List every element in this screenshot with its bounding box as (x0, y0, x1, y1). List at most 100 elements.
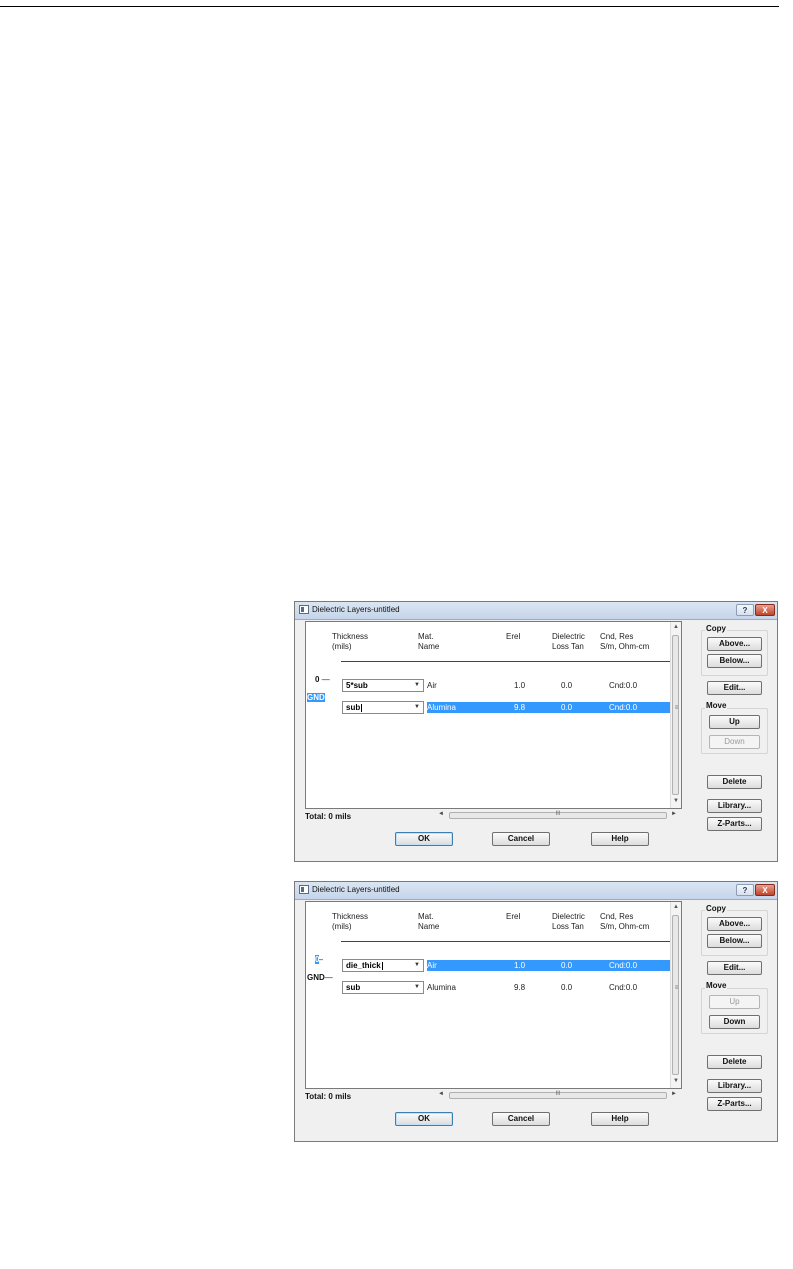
cell-loss-tan: 0.0 (561, 983, 573, 992)
horizontal-scroll-thumb[interactable]: III (449, 1091, 667, 1099)
dielectric-layers-dialog: Dielectric Layers-untitled ? X Thickness… (294, 601, 778, 862)
thickness-combo[interactable]: sub ▼ (342, 981, 424, 994)
cell-cnd-res: Cnd:0.0 (609, 703, 638, 712)
scroll-up-icon[interactable]: ▲ (671, 904, 681, 910)
cell-mat-name: Air (427, 961, 437, 970)
header-mat-line1: Mat. (418, 912, 434, 921)
header-cnd-line2: S/m, Ohm-cm (600, 642, 650, 651)
copy-above-button[interactable]: Above... (707, 917, 762, 931)
ok-button[interactable]: OK (395, 832, 453, 846)
total-thickness: Total: 0 mils (305, 812, 352, 821)
scroll-down-icon[interactable]: ▼ (671, 1078, 681, 1084)
chevron-down-icon[interactable]: ▼ (414, 982, 420, 993)
interface-label-gnd[interactable]: GND— (307, 973, 333, 982)
scroll-right-icon[interactable]: ► (671, 1091, 677, 1097)
cell-cnd-res: Cnd:0.0 (609, 681, 638, 690)
layer-grid[interactable]: Thickness (mils) Mat. Name Erel Dielectr… (305, 901, 682, 1089)
cell-cnd-res: Cnd:0.0 (609, 961, 638, 970)
title-close-button[interactable]: X (755, 884, 775, 896)
header-thickness: Thickness (mils) (332, 632, 368, 652)
page-top-rule (0, 6, 779, 7)
header-mat-name: Mat. Name (418, 632, 439, 652)
title-help-button[interactable]: ? (736, 884, 754, 896)
thickness-combo[interactable]: 5*sub ▼ (342, 679, 424, 692)
table-row[interactable]: Alumina 9.8 0.0 Cnd:0.0 (427, 702, 673, 713)
interface-label-gnd[interactable]: GND— (307, 693, 325, 702)
ok-button[interactable]: OK (395, 1112, 453, 1126)
delete-button[interactable]: Delete (707, 1055, 762, 1069)
chevron-down-icon[interactable]: ▼ (414, 960, 420, 971)
scroll-right-icon[interactable]: ► (671, 811, 677, 817)
header-cnd-res: Cnd, Res S/m, Ohm-cm (600, 632, 649, 652)
table-row[interactable]: Alumina 9.8 0.0 Cnd:0.0 (427, 982, 673, 993)
z-parts-button[interactable]: Z-Parts... (707, 817, 762, 831)
header-loss-tan: Dielectric Loss Tan (552, 912, 585, 932)
library-button[interactable]: Library... (707, 1079, 762, 1093)
copy-below-button[interactable]: Below... (707, 934, 762, 948)
header-loss-line1: Dielectric (552, 632, 585, 641)
header-mat-name: Mat. Name (418, 912, 439, 932)
edit-button[interactable]: Edit... (707, 961, 762, 975)
title-bar[interactable]: Dielectric Layers-untitled ? X (295, 602, 777, 620)
table-row[interactable]: Air 1.0 0.0 Cnd:0.0 (427, 960, 673, 971)
table-row[interactable]: Air 1.0 0.0 Cnd:0.0 (427, 680, 673, 691)
title-help-button[interactable]: ? (736, 604, 754, 616)
header-cnd-line2: S/m, Ohm-cm (600, 922, 650, 931)
header-loss-line2: Loss Tan (552, 642, 584, 651)
z-parts-button[interactable]: Z-Parts... (707, 1097, 762, 1111)
help-button[interactable]: Help (591, 1112, 649, 1126)
vertical-scroll-thumb[interactable]: ≡ (672, 635, 679, 795)
chevron-down-icon[interactable]: ▼ (414, 680, 420, 691)
interface-dash: — (321, 675, 330, 684)
layer-grid[interactable]: Thickness (mils) Mat. Name Erel Dielectr… (305, 621, 682, 809)
thickness-value: sub (346, 983, 361, 992)
scroll-left-icon[interactable]: ◄ (438, 1091, 444, 1097)
title-close-button[interactable]: X (755, 604, 775, 616)
thickness-combo[interactable]: die_thick ▼ (342, 959, 424, 972)
title-bar[interactable]: Dielectric Layers-untitled ? X (295, 882, 777, 900)
header-cnd-res: Cnd, Res S/m, Ohm-cm (600, 912, 649, 932)
cell-loss-tan: 0.0 (561, 681, 573, 690)
thickness-combo[interactable]: sub ▼ (342, 701, 424, 714)
window-icon (299, 885, 309, 894)
help-button[interactable]: Help (591, 832, 649, 846)
header-erel: Erel (506, 632, 520, 642)
interface-dash: — (324, 973, 333, 982)
vertical-scrollbar[interactable]: ▲ ≡ ▼ (670, 622, 681, 808)
cancel-button[interactable]: Cancel (492, 1112, 550, 1126)
vertical-scroll-thumb[interactable]: ≡ (672, 915, 679, 1075)
delete-button[interactable]: Delete (707, 775, 762, 789)
header-erel: Erel (506, 912, 520, 922)
cell-erel: 9.8 (514, 703, 526, 712)
cell-mat-name: Air (427, 681, 437, 690)
cancel-button[interactable]: Cancel (492, 832, 550, 846)
copy-below-button[interactable]: Below... (707, 654, 762, 668)
scroll-left-icon[interactable]: ◄ (438, 811, 444, 817)
header-loss-tan: Dielectric Loss Tan (552, 632, 585, 652)
horizontal-scrollbar[interactable]: ◄ III ► (430, 811, 678, 820)
scroll-down-icon[interactable]: ▼ (671, 798, 681, 804)
chevron-down-icon[interactable]: ▼ (414, 702, 420, 713)
horizontal-scrollbar[interactable]: ◄ III ► (430, 1091, 678, 1100)
dielectric-layers-dialog: Dielectric Layers-untitled ? X Thickness… (294, 881, 778, 1142)
edit-button[interactable]: Edit... (707, 681, 762, 695)
interface-label-top[interactable]: 0 — (315, 955, 323, 964)
header-divider (341, 941, 673, 942)
copy-group-label: Copy (705, 624, 727, 633)
interface-label-gnd-text: GND (307, 693, 325, 702)
scroll-grip-icon: III (555, 1091, 561, 1097)
cell-erel: 1.0 (514, 961, 526, 970)
move-down-button[interactable]: Down (709, 735, 760, 749)
copy-above-button[interactable]: Above... (707, 637, 762, 651)
vertical-scrollbar[interactable]: ▲ ≡ ▼ (670, 902, 681, 1088)
move-up-button[interactable]: Up (709, 715, 760, 729)
scroll-up-icon[interactable]: ▲ (671, 624, 681, 630)
total-thickness: Total: 0 mils (305, 1092, 352, 1101)
copy-group-label: Copy (705, 904, 727, 913)
move-down-button[interactable]: Down (709, 1015, 760, 1029)
library-button[interactable]: Library... (707, 799, 762, 813)
interface-label-top[interactable]: 0 — (315, 675, 330, 684)
move-up-button[interactable]: Up (709, 995, 760, 1009)
horizontal-scroll-thumb[interactable]: III (449, 811, 667, 819)
interface-label-top-text: 0 (315, 675, 320, 684)
